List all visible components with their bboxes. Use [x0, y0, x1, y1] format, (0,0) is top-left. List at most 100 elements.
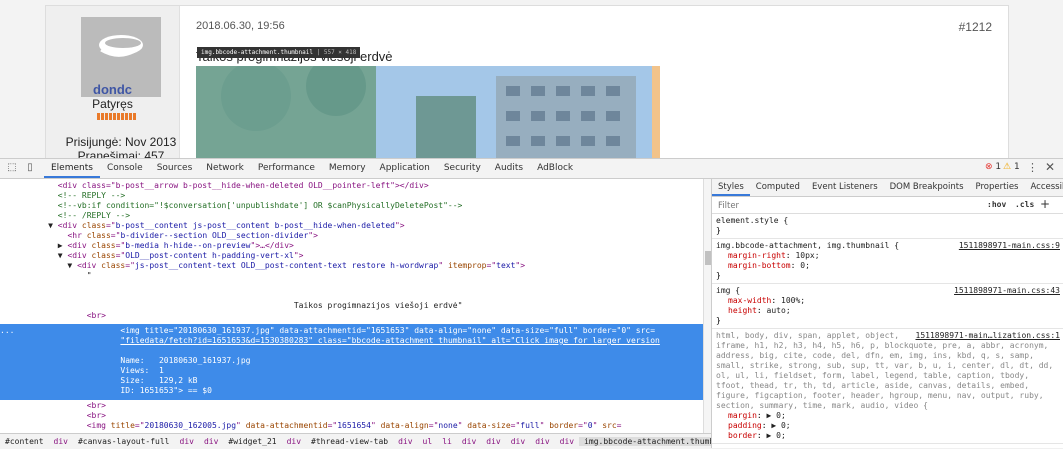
breadcrumb-item[interactable]: div [481, 437, 505, 446]
devtools-panel: ⬚ ▯ Elements Console Sources Network Perform… [0, 158, 1063, 449]
post-image[interactable] [196, 66, 660, 158]
breadcrumb-item[interactable]: div [393, 437, 417, 446]
rule-selector-continued: iframe, h1, h2, h3, h4, h5, h6, p, block… [716, 341, 1054, 410]
breadcrumb-item[interactable]: #thread-view-tab [306, 437, 393, 446]
devtools-tabs: Elements Console Sources Network Performance… [44, 159, 580, 178]
css-rules: element.style {} img.bbcode-attachment, i… [712, 214, 1063, 444]
breadcrumb-item[interactable]: div [199, 437, 223, 446]
breadcrumb-item[interactable]: li [437, 437, 457, 446]
hover-state-toggle[interactable]: :hov [987, 200, 1006, 209]
breadcrumb-item[interactable]: div [530, 437, 554, 446]
breadcrumb-item[interactable]: div [282, 437, 306, 446]
breadcrumb-item[interactable]: ul [418, 437, 438, 446]
breadcrumb-item[interactable]: #content [0, 437, 49, 446]
web-page: dondc Patyręs Prisijungė: Nov 2013 Prane… [0, 0, 1063, 158]
styles-tabs: Styles Computed Event Listeners DOM Breakpo… [712, 179, 1063, 197]
post-date: 2018.06.30, 19:56 [196, 20, 285, 32]
styles-filter-input[interactable] [716, 199, 970, 212]
dom-node-line[interactable]: <br> [0, 311, 703, 321]
device-toolbar-icon[interactable]: ▯ [24, 162, 36, 174]
selected-node-line: ID: 1651653"> == $0 [120, 386, 212, 395]
css-property[interactable]: height: auto; [716, 306, 1060, 316]
css-rule[interactable]: element.style {} [712, 214, 1063, 239]
elements-tree[interactable]: <div class="b-post__arrow b-post__hide-w… [0, 179, 703, 433]
close-icon[interactable]: ✕ [1045, 160, 1055, 174]
tab-performance[interactable]: Performance [251, 159, 322, 178]
user-rank: Patyręs [92, 97, 133, 111]
user-post-count: Pranešimai: 457 [77, 149, 165, 158]
dom-node-line[interactable]: ▶ <div class="b-media h-hide--on-preview… [0, 241, 703, 251]
breadcrumb-item[interactable]: div [506, 437, 530, 446]
selected-node-line: ... <img title="20180630_161937.jpg" dat… [0, 326, 656, 335]
css-rule[interactable]: img {1511898971-main.css:43 max-width: 10… [712, 284, 1063, 329]
username[interactable]: dondc [46, 82, 179, 97]
dom-node-line[interactable] [0, 291, 703, 301]
css-property[interactable]: border: ▶ 0; [716, 431, 1060, 441]
tab-security[interactable]: Security [437, 159, 488, 178]
styles-tab-dom-breakpoints[interactable]: DOM Breakpoints [884, 179, 970, 196]
tab-console[interactable]: Console [100, 159, 150, 178]
dom-node-line[interactable]: <!-- REPLY --> [0, 191, 703, 201]
dom-node-line[interactable] [0, 281, 703, 291]
selected-node-line: Size: 129,2 kB [120, 376, 198, 385]
dom-node-line[interactable]: <hr class="b-divider--section OLD__secti… [0, 231, 703, 241]
reputation-bars [97, 113, 136, 120]
css-property[interactable]: margin-right: 10px; [716, 251, 1060, 261]
breadcrumb-item[interactable]: div [555, 437, 579, 446]
forum-post: dondc Patyręs Prisijungė: Nov 2013 Prane… [45, 5, 1009, 158]
css-property[interactable]: max-width: 100%; [716, 296, 1060, 306]
breadcrumb-item[interactable]: div [49, 437, 73, 446]
styles-tab-event-listeners[interactable]: Event Listeners [806, 179, 884, 196]
tooltip-selector: img.bbcode-attachment.thumbnail [201, 49, 313, 56]
new-rule-icon[interactable]: + [1040, 197, 1050, 211]
tab-memory[interactable]: Memory [322, 159, 373, 178]
more-options-icon[interactable]: ⋮ [1027, 161, 1038, 174]
dom-node-line[interactable]: Taikos progimnazijos viešoji erdvė" [0, 301, 703, 311]
tab-network[interactable]: Network [199, 159, 251, 178]
dom-node-line[interactable]: <!--vb:if condition="!$conversation['unp… [0, 201, 703, 211]
rule-source-link[interactable]: 1511898971-main…lization.css:1 [916, 331, 1061, 340]
breadcrumb-item[interactable]: #widget_21 [223, 437, 281, 446]
devtools-tabbar: ⬚ ▯ Elements Console Sources Network Perform… [0, 159, 1063, 179]
dom-node-line[interactable]: <!-- /REPLY --> [0, 211, 703, 221]
tooltip-size: 557 × 418 [323, 49, 357, 56]
styles-tab-properties[interactable]: Properties [970, 179, 1025, 196]
css-property[interactable]: padding: ▶ 0; [716, 421, 1060, 431]
dom-node-line[interactable]: <img title="20180630_162005.jpg" data-at… [0, 421, 703, 431]
dom-node-line[interactable]: <div class="b-post__arrow b-post__hide-w… [0, 181, 703, 191]
tab-sources[interactable]: Sources [150, 159, 200, 178]
css-property[interactable]: margin: ▶ 0; [716, 411, 1060, 421]
dom-node-line[interactable]: " [0, 271, 703, 281]
dom-node-line[interactable]: <br> [0, 401, 703, 411]
styles-tab-computed[interactable]: Computed [750, 179, 806, 196]
selected-node-line: Name: 20180630_161937.jpg [120, 356, 251, 365]
inspect-element-icon[interactable]: ⬚ [6, 162, 18, 174]
tab-audits[interactable]: Audits [488, 159, 530, 178]
tab-application[interactable]: Application [373, 159, 437, 178]
selected-node-line: Views: 1 [120, 366, 164, 375]
dom-node-line[interactable]: ▼ <div class="js-post__content-text OLD_… [0, 261, 703, 271]
breadcrumb-item[interactable]: div [457, 437, 481, 446]
tab-elements[interactable]: Elements [44, 159, 100, 178]
styles-filter-bar: :hov .cls + [712, 197, 1063, 214]
user-joined: Prisijungė: Nov 2013 [65, 135, 177, 149]
styles-tab-accessibility[interactable]: Accessibility [1024, 179, 1063, 196]
tab-adblock[interactable]: AdBlock [530, 159, 580, 178]
selected-dom-node[interactable]: ... <img title="20180630_161937.jpg" dat… [0, 324, 703, 400]
dom-node-line[interactable]: <br> [0, 411, 703, 421]
breadcrumb-item[interactable]: #canvas-layout-full [73, 437, 175, 446]
error-count[interactable]: ⊗ 1 [985, 162, 1001, 172]
styles-tab-styles[interactable]: Styles [712, 179, 750, 196]
class-toggle[interactable]: .cls [1015, 200, 1034, 209]
css-rule[interactable]: img.bbcode-attachment, img.thumbnail {15… [712, 239, 1063, 284]
warning-count[interactable]: ⚠ 1 [1003, 162, 1020, 172]
breadcrumb-item[interactable]: div [175, 437, 199, 446]
rule-source-link[interactable]: 1511898971-main.css:9 [959, 241, 1060, 250]
post-number-link[interactable]: #1212 [959, 20, 992, 34]
css-rule[interactable]: html, body, div, span, applet, object, 15… [712, 329, 1063, 444]
dom-node-line[interactable]: ▼ <div class="OLD__post-content h-paddin… [0, 251, 703, 261]
css-property[interactable]: margin-bottom: 0; [716, 261, 1060, 271]
rule-source-link[interactable]: 1511898971-main.css:43 [954, 286, 1060, 295]
dom-node-line[interactable]: ▼ <div class="b-post__content js-post__c… [0, 221, 703, 231]
breadcrumb-item[interactable]: img.bbcode-attachment.thumbnail [579, 437, 711, 446]
